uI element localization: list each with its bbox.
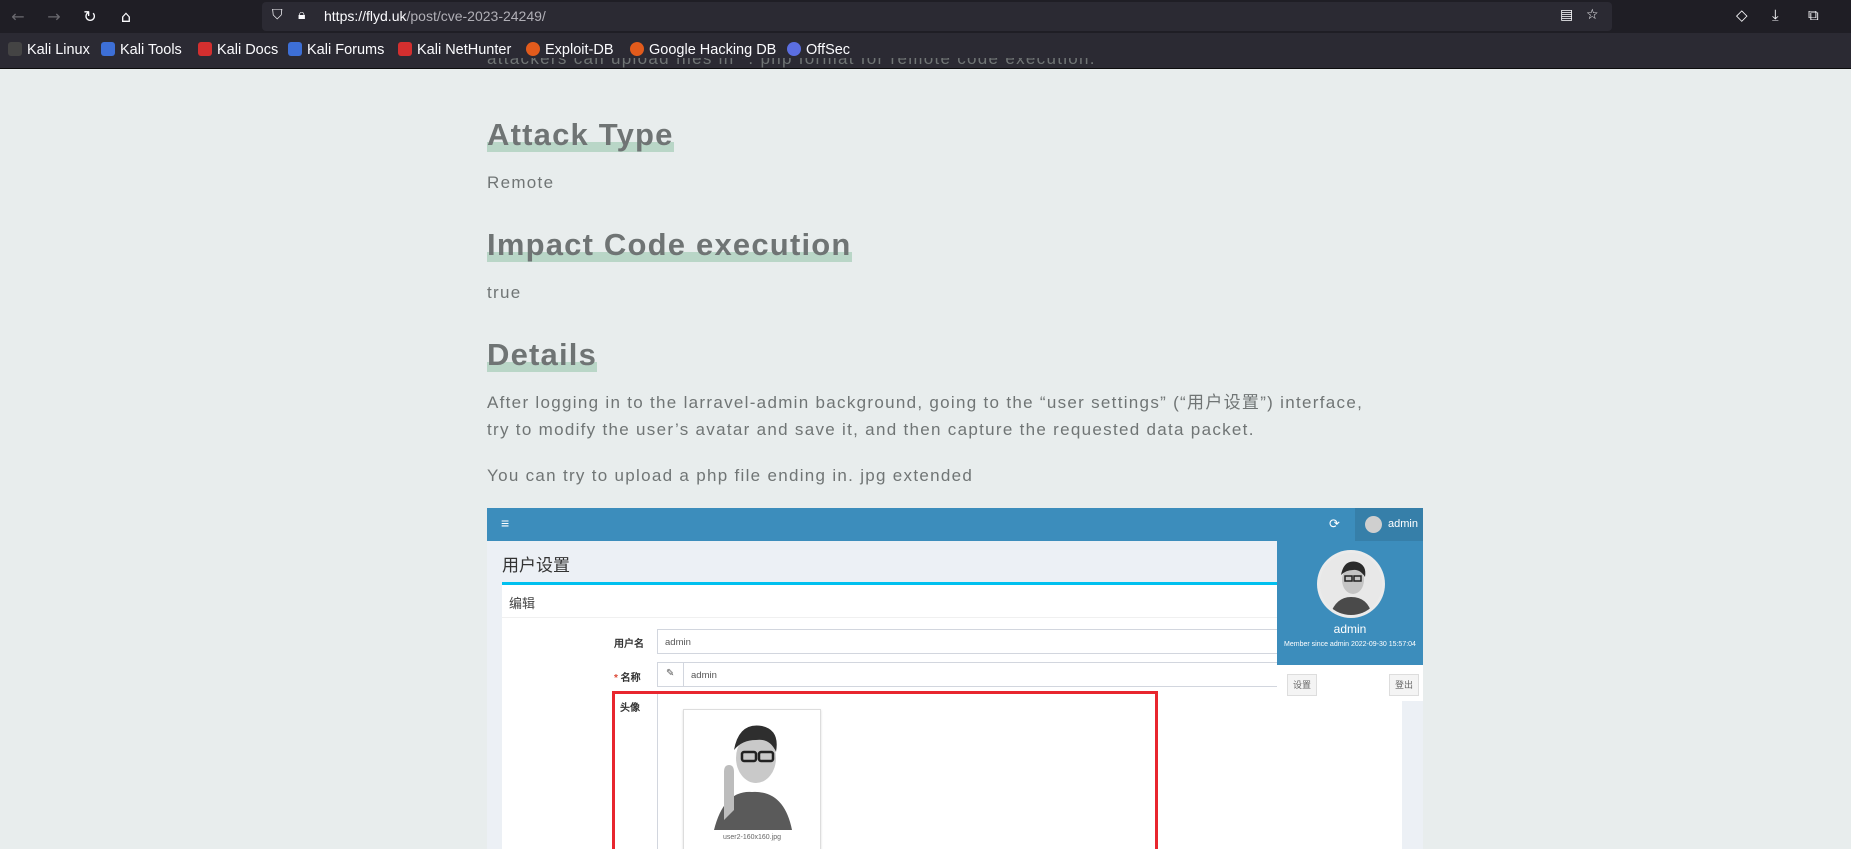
bookmark-label: Kali Tools (120, 42, 182, 58)
kali-nethunter-icon (398, 42, 412, 56)
bookmark-kali-linux[interactable]: Kali Linux (8, 42, 90, 58)
hamburger-menu-icon: ≡ (501, 515, 510, 531)
kali-linux-icon (8, 42, 22, 56)
extensions-icon[interactable]: ⧉ (1808, 6, 1819, 24)
details-line-2: try to modify the user’s avatar and save… (487, 420, 1255, 439)
bookmark-label: Kali NetHunter (417, 42, 512, 58)
url-path: /post/cve-2023-24249/ (406, 8, 546, 24)
heading-details: Details (487, 337, 598, 373)
url-bar[interactable]: ⛉ 🔒︎ https://flyd.uk/post/cve-2023-24249… (262, 2, 1612, 31)
bookmark-label: Google Hacking DB (649, 42, 777, 58)
settings-page-title: 用户设置 (502, 556, 570, 575)
browser-toolbar: ← → ↻ ⌂ ⛉ 🔒︎ https://flyd.uk/post/cve-20… (0, 0, 1851, 33)
username-label: 用户名 (614, 639, 644, 650)
name-label-text: 名称 (620, 673, 641, 684)
heading-attack-type: Attack Type (487, 117, 674, 153)
heading-text: Impact Code execution (487, 227, 852, 262)
admin-header: ≡ ⟳ admin (487, 508, 1423, 541)
partial-paragraph-text: attackers can upload files in *. php for… (487, 58, 1096, 68)
offsec-icon (787, 42, 801, 56)
bookmark-google-hacking-db[interactable]: Google Hacking DB (630, 42, 776, 58)
bookmark-label: Kali Docs (217, 42, 279, 58)
reload-icon[interactable]: ↻ (78, 5, 102, 29)
details-paragraph-2: You can try to upload a php file ending … (487, 466, 974, 485)
home-icon[interactable]: ⌂ (114, 5, 138, 29)
kali-docs-icon (198, 42, 212, 56)
bookmark-star-icon[interactable]: ☆ (1586, 7, 1599, 23)
user-avatar-large (1317, 550, 1385, 618)
forward-icon[interactable]: → (42, 5, 66, 29)
attack-type-value: Remote (487, 173, 555, 192)
url-domain: https://flyd.uk (324, 8, 407, 24)
bookmark-label: Exploit-DB (545, 42, 614, 58)
dropdown-username: admin (1333, 622, 1367, 636)
heading-text: Attack Type (487, 117, 674, 152)
impact-value: true (487, 283, 522, 302)
kali-forums-icon (288, 42, 302, 56)
embedded-screenshot: ≡ ⟳ admin 用户设置 编辑 用户名 admin * 名称 ✎ admin… (487, 508, 1423, 849)
refresh-icon: ⟳ (1329, 516, 1340, 531)
back-icon[interactable]: ← (6, 5, 30, 29)
header-username: admin (1388, 518, 1418, 530)
avatar-small (1365, 516, 1382, 533)
bookmark-offsec[interactable]: OffSec (787, 42, 850, 58)
user-dropdown-header: admin Member since admin 2022-09-30 15:5… (1277, 541, 1423, 665)
name-label: * 名称 (614, 669, 641, 684)
panel-divider (502, 617, 1402, 618)
highlight-box (612, 691, 1158, 849)
url-text[interactable]: https://flyd.uk/post/cve-2023-24249/ (324, 8, 546, 24)
bookmark-exploit-db[interactable]: Exploit-DB (526, 42, 614, 58)
bookmark-kali-forums[interactable]: Kali Forums (288, 42, 384, 58)
exploit-db-icon (526, 42, 540, 56)
details-line-1: After logging in to the larravel-admin b… (487, 393, 1364, 412)
bookmark-kali-nethunter[interactable]: Kali NetHunter (398, 42, 511, 58)
pencil-icon: ✎ (657, 662, 684, 687)
panel-title: 编辑 (509, 596, 536, 611)
logout-button: 登出 (1389, 674, 1419, 696)
bookmark-label: Kali Linux (27, 42, 90, 58)
bookmark-label: OffSec (806, 42, 851, 58)
header-user: admin (1355, 508, 1423, 541)
settings-button: 设置 (1287, 674, 1317, 696)
avatar-large-photo (1320, 553, 1382, 615)
pocket-icon[interactable]: ◇ (1736, 6, 1748, 24)
download-icon[interactable]: ⤓ (1772, 6, 1779, 24)
heading-text: Details (487, 337, 598, 372)
partial-paragraph: attackers can upload files in *. php for… (487, 58, 1096, 72)
heading-impact: Impact Code execution (487, 227, 852, 263)
lock-icon[interactable]: 🔒︎ (298, 7, 305, 23)
shield-icon[interactable]: ⛉ (272, 7, 283, 23)
bookmark-kali-tools[interactable]: Kali Tools (101, 42, 182, 58)
bookmark-kali-docs[interactable]: Kali Docs (198, 42, 278, 58)
bookmark-label: Kali Forums (307, 42, 385, 58)
member-since: Member since admin 2022-09-30 15:57:04 (1284, 641, 1416, 648)
required-marker: * (614, 673, 621, 684)
user-dropdown: admin Member since admin 2022-09-30 15:5… (1277, 541, 1423, 701)
kali-tools-icon (101, 42, 115, 56)
reader-view-icon[interactable]: ▤ (1560, 7, 1573, 23)
google-hacking-db-icon (630, 42, 644, 56)
